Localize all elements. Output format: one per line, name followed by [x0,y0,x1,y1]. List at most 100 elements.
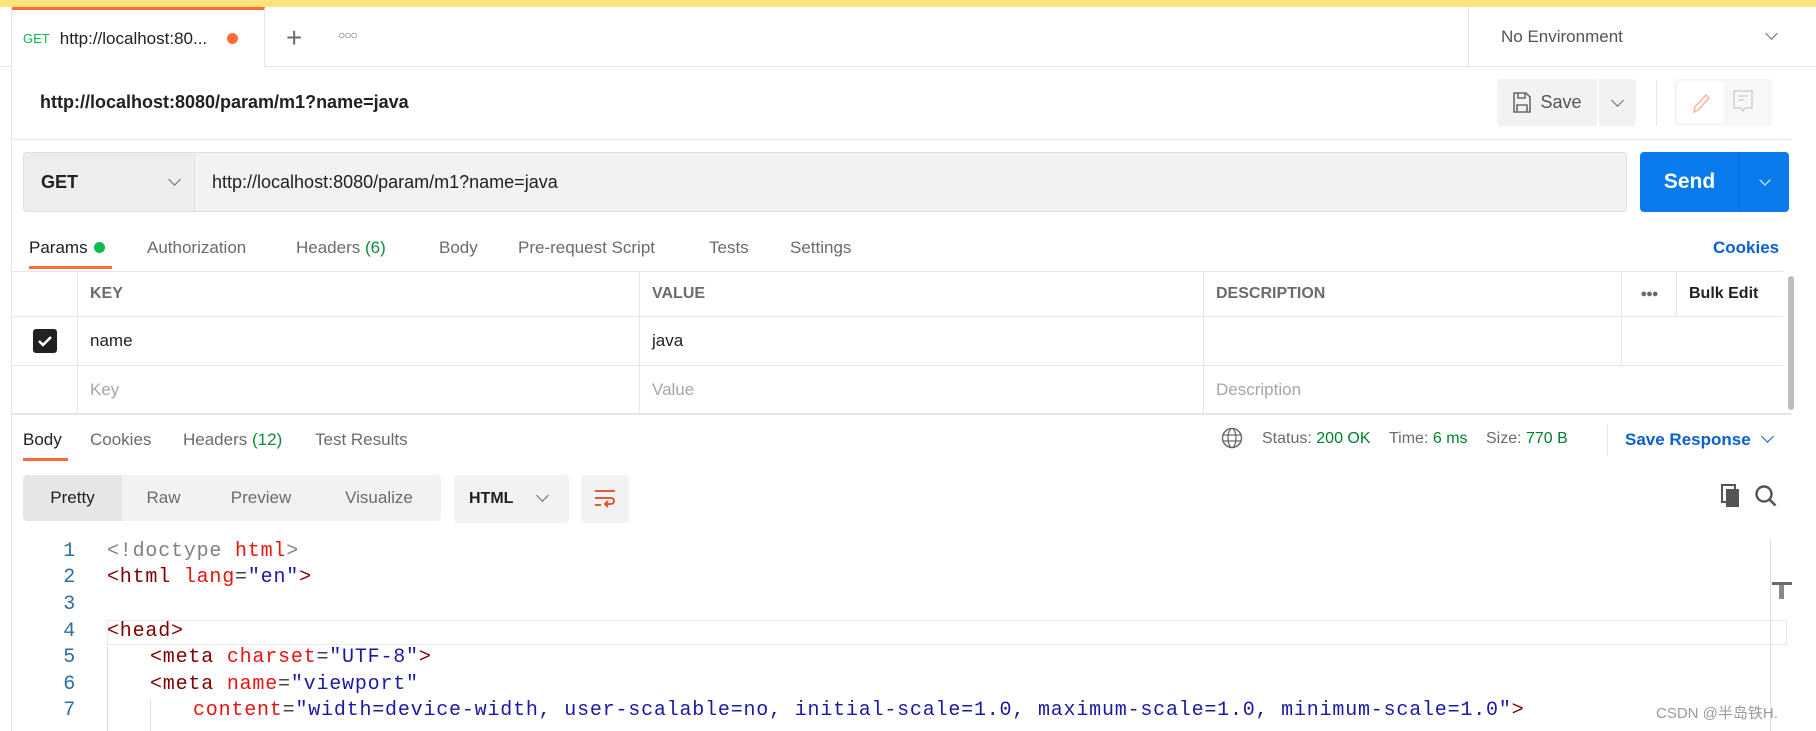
view-pretty[interactable]: Pretty [23,475,122,521]
chevron-down-icon [536,489,549,502]
tab-method: GET [23,31,50,46]
code-token: <head> [107,619,184,643]
code-token: > [299,566,312,590]
save-response-button[interactable]: Save Response [1625,430,1775,450]
code-token: content [193,699,283,723]
send-options-button[interactable] [1740,152,1789,212]
chevron-down-icon [168,173,181,186]
comment-icon [1733,90,1753,113]
bulk-edit-button[interactable]: Bulk Edit [1677,272,1783,316]
key-input[interactable]: Key [78,366,640,414]
environment-selector[interactable]: No Environment [1468,7,1816,67]
code-token: "width=device-width, user-scalable=no, i… [295,699,1512,723]
chevron-down-icon [1611,93,1624,107]
wrap-icon [595,490,615,508]
watermark: CSDN @半岛铁H. [1656,705,1778,722]
tab-headers[interactable]: Headers (6) [296,238,386,258]
params-scrollbar[interactable] [1788,276,1794,410]
view-raw[interactable]: Raw [122,475,205,521]
description-input[interactable]: Description [1204,366,1622,414]
tab-pre-request-script[interactable]: Pre-request Script [518,238,655,258]
tab-test-results[interactable]: Test Results [315,430,408,450]
code-token: "viewport" [290,672,419,696]
url-text: http://localhost:8080/param/m1?name=java [212,171,558,192]
chevron-down-icon [1765,27,1778,40]
code-token: "en" [247,566,300,590]
edit-button[interactable] [1677,82,1724,123]
pane-resize-divider[interactable] [12,413,1792,415]
code-token: > [418,646,432,670]
code-token: <!doctype [107,539,236,563]
search-icon[interactable] [1754,484,1778,513]
request-title: http://localhost:8080/param/m1?name=java [40,92,409,112]
param-value[interactable]: java [640,317,1204,365]
tab-title: http://localhost:80... [59,28,208,48]
header-description: DESCRIPTION [1204,272,1622,316]
table-row-new: Key Value Description [12,366,1783,414]
more-options-icon[interactable]: ●●● [1622,272,1677,316]
comment-button[interactable] [1732,89,1754,120]
save-response-label: Save Response [1625,430,1751,449]
request-tab[interactable]: GET http://localhost:80... [12,7,265,67]
code-token: > [1511,699,1525,723]
unsaved-dot-icon [227,33,239,44]
value-input[interactable]: Value [640,366,1204,414]
top-highlight-bar [0,0,1816,7]
line-number: 1 [63,539,76,563]
size-value[interactable]: 770 B [1526,430,1568,447]
doc-actions [1674,79,1772,126]
save-options-button[interactable] [1599,79,1636,126]
tab-authorization[interactable]: Authorization [147,238,246,258]
code-token: name [226,672,279,696]
param-description[interactable] [1204,317,1622,365]
tab-body[interactable]: Body [439,238,478,258]
response-meta: Status: 200 OK Time: 6 ms Size: 770 B [1262,430,1568,448]
param-key[interactable]: name [78,317,640,365]
save-label: Save [1540,92,1582,112]
param-checkbox[interactable] [12,317,78,365]
tab-tests[interactable]: Tests [709,238,749,258]
format-selector[interactable]: HTML [454,475,569,523]
line-number: 3 [63,592,76,616]
header-value: VALUE [640,272,1204,316]
save-button[interactable]: Save [1497,79,1597,126]
code-token: <meta [150,646,227,670]
tab-response-body[interactable]: Body [23,430,62,450]
code-token: <html [107,566,184,590]
code-token: "UTF-8" [329,646,419,670]
globe-icon[interactable] [1221,427,1243,454]
active-tab-indicator [23,458,68,461]
code-token: > [286,539,300,563]
copy-icon[interactable] [1720,484,1742,513]
send-label: Send [1640,152,1740,212]
status-value[interactable]: 200 OK [1316,430,1370,447]
view-mode-segmented: Pretty Raw Preview Visualize [23,475,441,521]
line-number: 5 [63,646,76,670]
tab-response-headers[interactable]: Headers (12) [183,430,282,450]
environment-label: No Environment [1501,27,1623,46]
tab-settings[interactable]: Settings [790,238,851,258]
tab-label: Params [29,238,88,257]
view-preview[interactable]: Preview [205,475,317,521]
method-selector[interactable]: GET [23,152,195,212]
code-token: charset [226,646,317,670]
active-tab-indicator [29,266,112,269]
divider [1607,424,1608,456]
code-token: = [282,699,296,723]
pencil-icon [1692,93,1710,113]
cookies-link[interactable]: Cookies [1713,238,1779,258]
view-visualize[interactable]: Visualize [317,475,441,521]
more-tabs-icon[interactable]: ○○○ [338,28,358,42]
url-input[interactable]: http://localhost:8080/param/m1?name=java [195,152,1627,212]
table-row: name java [12,317,1783,366]
table-header-row: KEY VALUE DESCRIPTION ●●● Bulk Edit [12,271,1783,317]
tab-params[interactable]: Params [29,238,105,258]
time-value[interactable]: 6 ms [1433,430,1468,447]
params-active-dot-icon [93,242,105,253]
tab-response-cookies[interactable]: Cookies [90,430,151,450]
line-number: 6 [63,672,76,696]
code-editor[interactable]: 1 <!doctype html> 2 <html lang="en"> 3 4 <h… [0,538,1760,724]
send-button[interactable]: Send [1640,152,1789,212]
new-tab-plus-icon[interactable]: + [286,22,302,54]
wrap-lines-button[interactable] [581,475,629,523]
